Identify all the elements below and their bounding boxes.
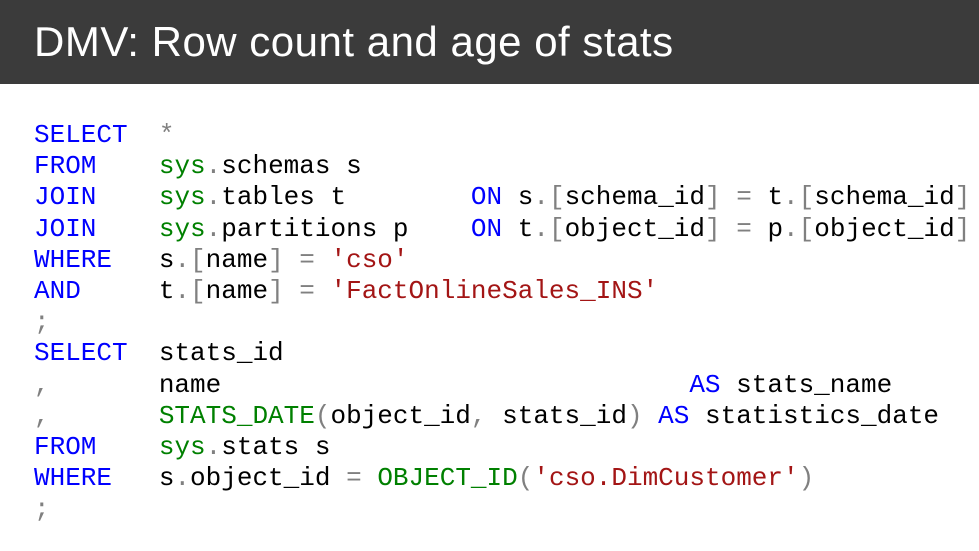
star: * bbox=[159, 120, 175, 150]
str-dimcustomer: 'cso.DimCustomer' bbox=[533, 463, 798, 493]
slide-title: DMV: Row count and age of stats bbox=[0, 0, 979, 84]
kw-on: ON bbox=[471, 214, 502, 244]
fn-statsdate: STATS_DATE bbox=[159, 401, 315, 431]
kw-as: AS bbox=[689, 370, 720, 400]
sys: sys bbox=[159, 151, 206, 181]
str-fact: 'FactOnlineSales_INS' bbox=[331, 276, 659, 306]
kw-where: WHERE bbox=[34, 463, 112, 493]
sql-code-block: SELECT * FROM sys.schemas s JOIN sys.tab… bbox=[0, 110, 979, 525]
kw-from: FROM bbox=[34, 432, 96, 462]
semicolon: ; bbox=[34, 307, 50, 337]
kw-as: AS bbox=[658, 401, 689, 431]
kw-select: SELECT bbox=[34, 338, 128, 368]
comma: , bbox=[34, 401, 50, 431]
semicolon: ; bbox=[34, 494, 50, 524]
sys: sys bbox=[159, 432, 206, 462]
comma: , bbox=[34, 370, 50, 400]
kw-select: SELECT bbox=[34, 120, 128, 150]
kw-join: JOIN bbox=[34, 214, 96, 244]
kw-join: JOIN bbox=[34, 182, 96, 212]
kw-on: ON bbox=[471, 182, 502, 212]
kw-where: WHERE bbox=[34, 245, 112, 275]
fn-objectid: OBJECT_ID bbox=[377, 463, 517, 493]
sys: sys bbox=[159, 182, 206, 212]
str-cso: 'cso' bbox=[331, 245, 409, 275]
kw-from: FROM bbox=[34, 151, 96, 181]
sys: sys bbox=[159, 214, 206, 244]
kw-and: AND bbox=[34, 276, 81, 306]
